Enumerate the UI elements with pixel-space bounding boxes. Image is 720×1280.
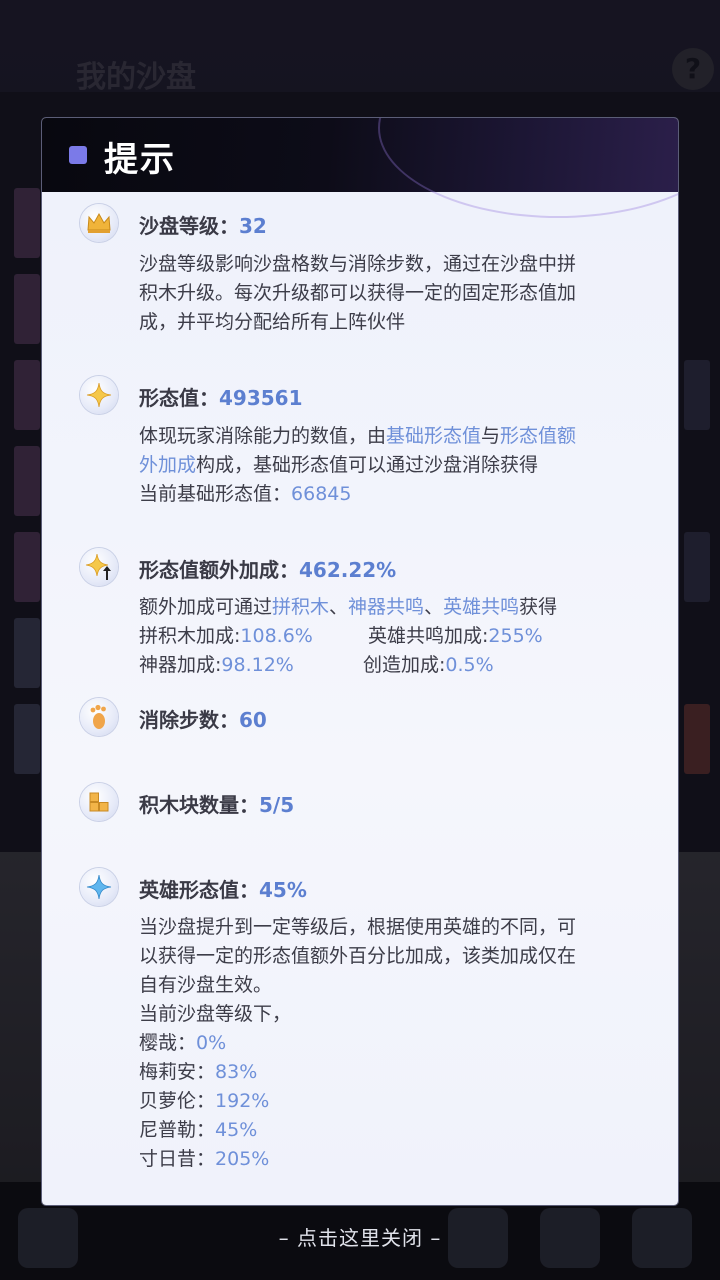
hero-form-heading: 英雄形态值：45% <box>139 874 307 903</box>
form-value-heading: 形态值：493561 <box>139 382 303 411</box>
current-base-value: 66845 <box>291 483 352 505</box>
hero-form-label: 英雄形态值： <box>139 878 259 902</box>
hero-name: 梅莉安： <box>139 1061 216 1083</box>
hero-bonus-percent: 192% <box>215 1090 270 1112</box>
text-line: 成，并平均分配给所有上阵伙伴 <box>139 311 406 333</box>
extra-bonus-link[interactable]: 外加成 <box>139 454 196 476</box>
steps-heading: 消除步数：60 <box>139 704 267 733</box>
close-dialog-button[interactable]: – 点击这里关闭 – <box>0 1222 720 1251</box>
text-line: 额外加成可通过拼积木、神器共鸣、英雄共鸣获得 <box>139 593 639 622</box>
form-value-value: 493561 <box>219 386 303 410</box>
blocks-icon <box>80 783 118 821</box>
create-bonus-value: 0.5% <box>445 654 494 676</box>
level-label: 沙盘等级： <box>139 214 239 238</box>
bonus-row: 神器加成:98.12% 创造加成:0.5% <box>139 651 639 680</box>
blocks-link[interactable]: 拼积木 <box>272 596 329 618</box>
text-line: 体现玩家消除能力的数值，由基础形态值与形态值额 <box>139 422 639 451</box>
text-segment: 额外加成可通过 <box>139 596 273 618</box>
text-segment: 、 <box>424 596 444 618</box>
text-line: 当前沙盘等级下， <box>139 1003 292 1025</box>
blue-sparkle-icon <box>80 868 118 906</box>
blocks-heading: 积木块数量：5/5 <box>139 789 294 818</box>
hero-bonus-label: 英雄共鸣加成: <box>368 625 489 647</box>
hero-bonus-percent: 83% <box>215 1061 258 1083</box>
text-segment: 构成，基础形态值可以通过沙盘消除获得 <box>196 454 539 476</box>
hero-form-description: 当沙盘提升到一定等级后，根据使用英雄的不同，可 以获得一定的形态值额外百分比加成… <box>139 913 639 1174</box>
level-description: 沙盘等级影响沙盘格数与消除步数，通过在沙盘中拼 积木升级。每次升级都可以获得一定… <box>139 250 639 337</box>
text-line: 外加成构成，基础形态值可以通过沙盘消除获得 <box>139 451 639 480</box>
level-value: 32 <box>239 214 267 238</box>
hero-name: 樱哉： <box>139 1032 197 1054</box>
blocks-bonus: 拼积木加成:108.6% <box>139 625 313 647</box>
header-decoration <box>378 118 678 218</box>
text-line: 以获得一定的形态值额外百分比加成，该类加成仅在 <box>139 945 577 967</box>
text-line: 当沙盘提升到一定等级后，根据使用英雄的不同，可 <box>139 916 577 938</box>
extra-bonus-value: 462.22% <box>299 558 397 582</box>
create-bonus: 创造加成:0.5% <box>363 651 494 680</box>
artifact-bonus-label: 神器加成: <box>139 654 222 676</box>
steps-label: 消除步数： <box>139 708 239 732</box>
header-square-icon <box>69 146 87 164</box>
footprint-icon <box>80 698 118 736</box>
hero-form-value: 45% <box>259 878 307 902</box>
crown-icon <box>80 204 118 242</box>
hero-name: 寸日昔： <box>139 1148 216 1170</box>
artifact-bonus-value: 98.12% <box>221 654 294 676</box>
hero-entry: 贝萝伦：192% <box>139 1087 639 1116</box>
artifact-bonus: 神器加成:98.12% <box>139 654 294 676</box>
extra-bonus-description: 额外加成可通过拼积木、神器共鸣、英雄共鸣获得 拼积木加成:108.6% 英雄共鸣… <box>139 593 639 680</box>
text-line: 自有沙盘生效。 <box>139 974 273 996</box>
extra-bonus-label: 形态值额外加成： <box>139 558 299 582</box>
hero-entry: 梅莉安：83% <box>139 1058 639 1087</box>
blocks-label: 积木块数量： <box>139 793 259 817</box>
artifact-resonance-link[interactable]: 神器共鸣 <box>348 596 424 618</box>
bonus-row: 拼积木加成:108.6% 英雄共鸣加成:255% <box>139 622 639 651</box>
hero-entry: 尼普勒：45% <box>139 1116 639 1145</box>
star-sparkle-icon <box>80 376 118 414</box>
blocks-bonus-label: 拼积木加成: <box>139 625 241 647</box>
hero-entry: 樱哉：0% <box>139 1029 639 1058</box>
blocks-value: 5/5 <box>259 793 295 817</box>
star-arrow-up-icon <box>80 548 118 586</box>
create-bonus-label: 创造加成: <box>363 654 446 676</box>
hero-bonus-percent: 0% <box>196 1032 227 1054</box>
level-heading: 沙盘等级：32 <box>139 210 267 239</box>
extra-bonus-link[interactable]: 形态值额 <box>500 425 576 447</box>
steps-value: 60 <box>239 708 267 732</box>
text-segment: 体现玩家消除能力的数值，由 <box>139 425 387 447</box>
hero-entry: 寸日昔：205% <box>139 1145 639 1174</box>
text-line: 当前基础形态值：66845 <box>139 480 639 509</box>
text-segment: 、 <box>329 596 349 618</box>
extra-bonus-heading: 形态值额外加成：462.22% <box>139 554 396 583</box>
current-base-label: 当前基础形态值： <box>139 483 292 505</box>
blocks-bonus-value: 108.6% <box>240 625 313 647</box>
text-segment: 获得 <box>519 596 558 618</box>
tips-dialog: 提示 沙盘等级：32 沙盘等级影响沙盘格数与消除步数，通过在沙盘中拼 积木升级。… <box>42 118 678 1205</box>
text-segment: 与 <box>481 425 501 447</box>
base-form-value-link[interactable]: 基础形态值 <box>386 425 481 447</box>
hero-bonus-percent: 205% <box>215 1148 270 1170</box>
text-line: 积木升级。每次升级都可以获得一定的固定形态值加 <box>139 282 577 304</box>
dialog-title: 提示 <box>104 140 176 180</box>
dialog-header: 提示 <box>42 118 678 218</box>
form-value-description: 体现玩家消除能力的数值，由基础形态值与形态值额 外加成构成，基础形态值可以通过沙… <box>139 422 639 509</box>
text-line: 沙盘等级影响沙盘格数与消除步数，通过在沙盘中拼 <box>139 253 577 275</box>
hero-resonance-link[interactable]: 英雄共鸣 <box>443 596 519 618</box>
hero-name: 贝萝伦： <box>139 1090 216 1112</box>
form-value-label: 形态值： <box>139 386 219 410</box>
hero-name: 尼普勒： <box>139 1119 216 1141</box>
hero-bonus: 英雄共鸣加成:255% <box>368 622 543 651</box>
hero-bonus-percent: 45% <box>215 1119 258 1141</box>
hero-bonus-value: 255% <box>488 625 543 647</box>
